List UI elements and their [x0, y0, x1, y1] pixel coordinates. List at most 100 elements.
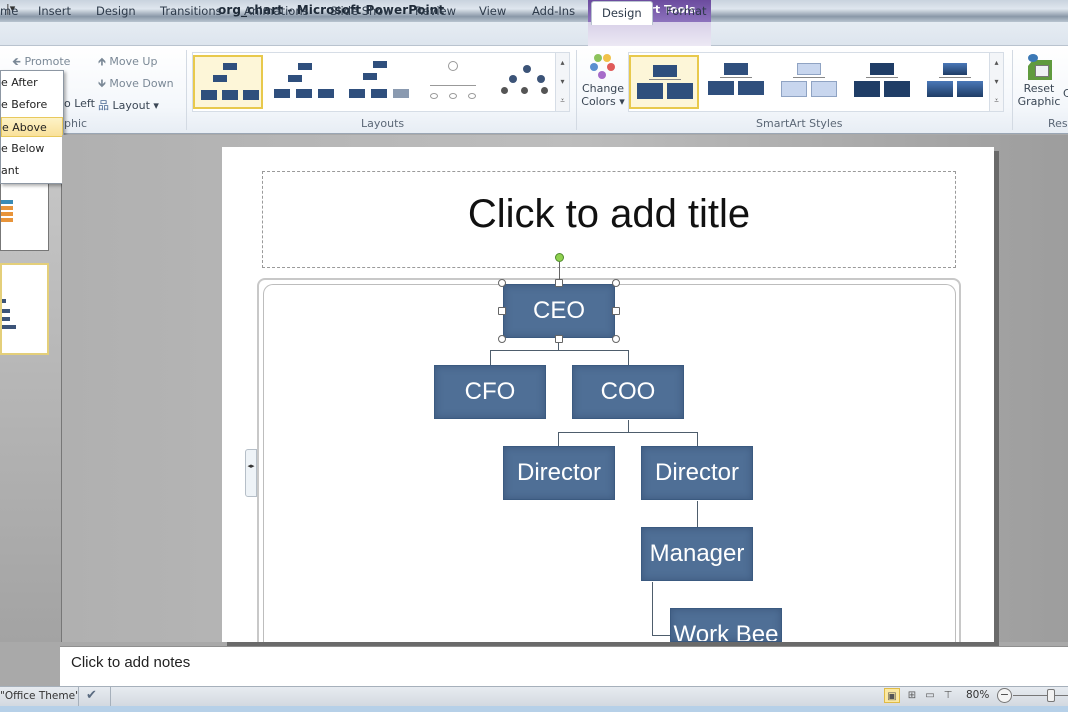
org-node-work-bee[interactable]: Work Bee [670, 608, 782, 642]
smartart-tabs-background [588, 22, 711, 46]
slides-panel [0, 135, 62, 642]
change-colors-button[interactable]: Change Colors ▾ [580, 52, 626, 108]
resize-handle-top-left[interactable] [498, 279, 506, 287]
layout-option-horizontal-hierarchy[interactable] [418, 55, 488, 109]
connector-line [558, 432, 697, 433]
menu-item-add-assistant[interactable]: ant [1, 161, 63, 181]
reset-graphic-icon [1024, 52, 1054, 82]
slide-thumbnail-2[interactable] [0, 263, 49, 355]
connector-line [697, 501, 698, 528]
normal-view-button[interactable]: ▣ [884, 688, 900, 703]
title-placeholder-text[interactable]: Click to add title [262, 192, 956, 237]
reading-view-button[interactable]: ▭ [922, 688, 938, 703]
taskbar-strip [0, 706, 1068, 712]
layout-button[interactable]: 品 Layout ▾ [98, 97, 159, 113]
gallery-more-icon[interactable]: ⩡ [556, 91, 569, 110]
style-option-moderate-effect[interactable] [848, 55, 918, 109]
menu-item-add-shape-before[interactable]: e Before [1, 95, 63, 115]
scroll-up-icon[interactable]: ▴ [556, 53, 569, 72]
tab-add-ins[interactable]: Add-Ins [532, 4, 575, 18]
styles-gallery-scroll[interactable]: ▴ ▾ ⩡ [989, 53, 1003, 111]
reading-view-icon: ▭ [925, 690, 935, 701]
resize-handle-right[interactable] [612, 307, 620, 315]
resize-handle-top-right[interactable] [612, 279, 620, 287]
layouts-gallery: ▴ ▾ ⩡ [192, 52, 570, 112]
tab-home[interactable]: me [0, 4, 18, 18]
slide-show-icon: ⊤ [943, 690, 953, 701]
tab-animations[interactable]: Animations [244, 4, 309, 18]
layouts-group-label: Layouts [361, 117, 405, 130]
normal-view-icon: ▣ [887, 691, 897, 702]
menu-item-add-shape-above[interactable]: e Above [1, 117, 63, 137]
style-option-intense-effect[interactable] [921, 55, 991, 109]
right-to-left-button[interactable]: o Left [64, 97, 95, 110]
slide-sorter-icon: ⊞ [907, 690, 917, 701]
tab-view[interactable]: View [479, 4, 506, 18]
layout-option-labeled-hierarchy[interactable] [493, 55, 563, 109]
theme-name: "Office Theme" [0, 690, 80, 702]
resize-handle-bottom-right[interactable] [612, 335, 620, 343]
org-node-coo[interactable]: COO [572, 365, 684, 419]
slide-thumbnail-1[interactable] [0, 177, 49, 251]
status-separator [78, 687, 79, 707]
zoom-out-button[interactable]: − [997, 688, 1012, 703]
slide-sorter-view-button[interactable]: ⊞ [904, 688, 920, 703]
smartart-styles-gallery: ▴ ▾ ⩡ [628, 52, 1004, 112]
connector-line [652, 582, 653, 636]
tab-transitions[interactable]: Transitions [160, 4, 222, 18]
menu-item-add-shape-after[interactable]: e After [1, 73, 63, 93]
reset-graphic-button[interactable]: Reset Graphic [1016, 52, 1062, 108]
org-node-cfo[interactable]: CFO [434, 365, 546, 419]
tab-review[interactable]: Review [415, 4, 456, 18]
connector-line [628, 350, 629, 365]
rotation-handle[interactable] [555, 253, 564, 262]
resize-handle-bottom-left[interactable] [498, 335, 506, 343]
menu-item-add-shape-below[interactable]: e Below [1, 139, 63, 159]
org-node-director-2[interactable]: Director [641, 446, 753, 500]
connector-line [628, 420, 629, 432]
style-option-subtle-effect[interactable] [775, 55, 845, 109]
scroll-up-icon[interactable]: ▴ [990, 53, 1003, 72]
notes-placeholder[interactable]: Click to add notes [71, 654, 190, 671]
connector-line [490, 350, 628, 351]
tab-smartart-design[interactable]: Design [591, 1, 653, 25]
resize-handle-top[interactable] [555, 279, 563, 287]
zoom-level[interactable]: 80% [966, 689, 989, 701]
add-shape-menu: e After e Before e Above e Below ant [0, 70, 64, 184]
layouts-gallery-scroll[interactable]: ▴ ▾ ⩡ [555, 53, 569, 111]
layout-option-name-title-org-chart[interactable] [268, 55, 338, 109]
tab-slide-show[interactable]: Slide Show [330, 4, 393, 18]
zoom-slider-track[interactable] [1013, 695, 1068, 696]
layout-option-half-circle-org-chart[interactable] [343, 55, 413, 109]
ribbon-tab-row [0, 22, 1068, 46]
layout-option-org-chart[interactable] [193, 55, 263, 109]
scroll-down-icon[interactable]: ▾ [990, 72, 1003, 91]
connector-line [652, 635, 670, 636]
move-down-button[interactable]: 🡻 Move Down [98, 75, 174, 94]
tab-design[interactable]: Design [96, 4, 136, 18]
zoom-slider-thumb[interactable] [1047, 689, 1055, 702]
gallery-more-icon[interactable]: ⩡ [990, 91, 1003, 110]
text-pane-toggle[interactable]: ◂▸ [245, 449, 257, 497]
org-node-director-1[interactable]: Director [503, 446, 615, 500]
org-layout-icon: 品 [98, 99, 109, 112]
slide-show-view-button[interactable]: ⊤ [940, 688, 956, 703]
notes-pane[interactable] [60, 646, 1068, 686]
move-up-button[interactable]: 🡹 Move Up [98, 53, 157, 72]
tab-smartart-format[interactable]: Format [666, 4, 707, 18]
tab-insert[interactable]: Insert [38, 4, 71, 18]
connector-line [558, 432, 559, 446]
smartart-styles-group-label: SmartArt Styles [756, 117, 843, 130]
org-node-manager[interactable]: Manager [641, 527, 753, 581]
style-option-simple-fill[interactable] [629, 55, 699, 109]
style-option-white-outline[interactable] [702, 55, 772, 109]
scroll-down-icon[interactable]: ▾ [556, 72, 569, 91]
spell-check-icon[interactable]: ✔ [86, 688, 97, 703]
down-arrow-icon: 🡻 [98, 77, 106, 90]
convert-button-partial[interactable]: C [1063, 87, 1068, 100]
resize-handle-bottom[interactable] [555, 335, 563, 343]
color-palette-icon [588, 52, 618, 82]
org-node-ceo[interactable]: CEO [503, 284, 615, 338]
resize-handle-left[interactable] [498, 307, 506, 315]
up-arrow-icon: 🡹 [98, 55, 106, 68]
